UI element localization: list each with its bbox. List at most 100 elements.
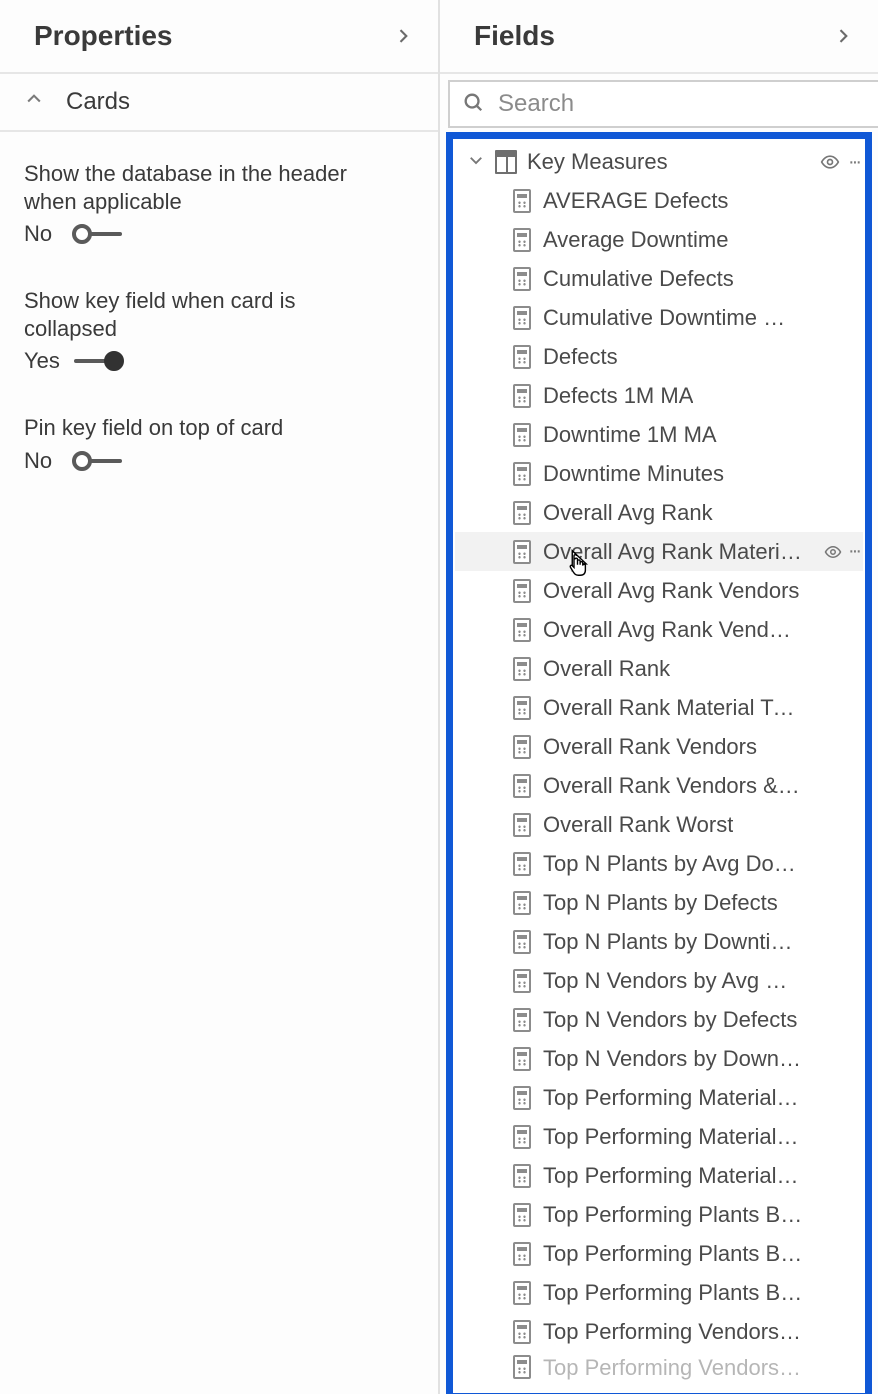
measure-icon	[513, 579, 531, 603]
measure-icon	[513, 1242, 531, 1266]
field-item[interactable]: Downtime Minutes	[455, 454, 863, 493]
measure-icon	[513, 930, 531, 954]
toggle-track	[74, 232, 122, 236]
field-label: Top Performing Vendors & Pl...	[543, 1319, 803, 1345]
table-icon	[495, 150, 517, 174]
field-item[interactable]: Top Performing Material Type...	[455, 1078, 863, 1117]
field-item[interactable]: Top Performing Vendors & Pl...	[455, 1312, 863, 1351]
prop-label: Show the database in the header when app…	[24, 160, 384, 215]
field-item[interactable]: Top N Vendors by Downtime ...	[455, 1039, 863, 1078]
field-item[interactable]: Cumulative Downtime Minutes	[455, 298, 863, 337]
measure-icon	[513, 774, 531, 798]
search-box[interactable]	[448, 80, 878, 128]
field-item[interactable]: Overall Rank	[455, 649, 863, 688]
properties-header[interactable]: Properties	[0, 0, 438, 74]
field-label: Top N Plants by Defects	[543, 890, 778, 916]
field-label: Overall Avg Rank Vendors Pla...	[543, 617, 803, 643]
measure-icon	[513, 345, 531, 369]
toggle-track	[74, 459, 122, 463]
field-item[interactable]: Overall Avg Rank Vendors Pla...	[455, 610, 863, 649]
field-item[interactable]: Top N Vendors by Avg Downt...	[455, 961, 863, 1000]
field-label: Top N Plants by Downtime Mi...	[543, 929, 803, 955]
field-label: Overall Rank Worst	[543, 812, 733, 838]
field-label: Overall Avg Rank Material Type	[543, 539, 803, 565]
field-label: Overall Rank Material Type	[543, 695, 803, 721]
field-item[interactable]: Downtime 1M MA	[455, 415, 863, 454]
field-item[interactable]: Overall Avg Rank Vendors	[455, 571, 863, 610]
measure-icon	[513, 384, 531, 408]
toggle-0[interactable]: No	[24, 221, 414, 247]
visibility-icon[interactable]	[824, 543, 842, 561]
toggle-1[interactable]: Yes	[24, 348, 414, 374]
field-label: Defects	[543, 344, 618, 370]
fields-highlight-box: Key Measures ··· AVERAGE Defects Average…	[446, 132, 872, 1394]
measure-icon	[513, 696, 531, 720]
field-item[interactable]: Top Performing Material Type...	[455, 1156, 863, 1195]
more-icon[interactable]: ···	[848, 151, 859, 174]
field-item[interactable]: Overall Rank Worst	[455, 805, 863, 844]
field-item[interactable]: Top Performing Plants By Def...	[455, 1234, 863, 1273]
measure-icon	[513, 462, 531, 486]
prop-label: Show key field when card is collapsed	[24, 287, 384, 342]
field-item[interactable]: AVERAGE Defects	[455, 181, 863, 220]
cards-section-header[interactable]: Cards	[0, 74, 438, 132]
measure-icon	[513, 306, 531, 330]
measure-icon	[513, 1281, 531, 1305]
field-item[interactable]: Top Performing Plants By Do...	[455, 1273, 863, 1312]
field-item[interactable]: Top N Plants by Avg Downtim...	[455, 844, 863, 883]
more-icon[interactable]: ···	[848, 540, 859, 563]
field-item[interactable]: Overall Rank Material Type	[455, 688, 863, 727]
field-label: Cumulative Downtime Minutes	[543, 305, 803, 331]
measure-icon	[513, 1203, 531, 1227]
field-item[interactable]: Overall Avg Rank Material Type ···	[455, 532, 863, 571]
measure-icon	[513, 735, 531, 759]
chevron-down-icon	[467, 149, 485, 175]
field-item[interactable]: Cumulative Defects	[455, 259, 863, 298]
table-key-measures[interactable]: Key Measures ···	[455, 143, 863, 181]
field-label: Overall Avg Rank	[543, 500, 713, 526]
toggle-2[interactable]: No	[24, 448, 414, 474]
measure-icon	[513, 189, 531, 213]
toggle-state: Yes	[24, 348, 60, 374]
field-label: Top Performing Material Type...	[543, 1163, 803, 1189]
field-label: Top N Vendors by Avg Downt...	[543, 968, 803, 994]
measure-icon	[513, 813, 531, 837]
toggle-state: No	[24, 448, 60, 474]
field-label: Top Performing Vendors & Pl...	[543, 1355, 803, 1381]
field-label: Downtime 1M MA	[543, 422, 717, 448]
measure-icon	[513, 1008, 531, 1032]
measure-icon	[513, 891, 531, 915]
prop-label: Pin key field on top of card	[24, 414, 384, 442]
field-label: Top N Vendors by Downtime ...	[543, 1046, 803, 1072]
field-item[interactable]: Top N Vendors by Defects	[455, 1000, 863, 1039]
chevron-right-icon	[832, 25, 854, 47]
toggle-track	[74, 359, 122, 363]
field-item[interactable]: Overall Rank Vendors & Plants	[455, 766, 863, 805]
measure-icon	[513, 1047, 531, 1071]
fields-pane: Fields Key Measures	[440, 0, 878, 1394]
field-item[interactable]: Average Downtime	[455, 220, 863, 259]
field-label: Overall Rank Vendors	[543, 734, 757, 760]
measure-icon	[513, 1086, 531, 1110]
visibility-icon[interactable]	[820, 152, 840, 172]
measure-icon	[513, 1164, 531, 1188]
field-item[interactable]: Top Performing Material Type...	[455, 1117, 863, 1156]
field-item[interactable]: Top N Plants by Downtime Mi...	[455, 922, 863, 961]
field-label: AVERAGE Defects	[543, 188, 728, 214]
fields-header[interactable]: Fields	[440, 0, 878, 74]
measure-icon	[513, 969, 531, 993]
field-item[interactable]: Overall Avg Rank	[455, 493, 863, 532]
field-item[interactable]: Top Performing Vendors & Pl...	[455, 1351, 863, 1379]
field-item[interactable]: Overall Rank Vendors	[455, 727, 863, 766]
field-item[interactable]: Top Performing Plants By Avg...	[455, 1195, 863, 1234]
field-label: Top N Vendors by Defects	[543, 1007, 797, 1033]
field-item[interactable]: Top N Plants by Defects	[455, 883, 863, 922]
table-label: Key Measures	[527, 149, 668, 175]
field-item[interactable]: Defects 1M MA	[455, 376, 863, 415]
field-item[interactable]: Defects	[455, 337, 863, 376]
measure-icon	[513, 267, 531, 291]
search-input[interactable]	[496, 89, 866, 119]
measure-icon	[513, 540, 531, 564]
field-label: Defects 1M MA	[543, 383, 693, 409]
field-label: Average Downtime	[543, 227, 728, 253]
